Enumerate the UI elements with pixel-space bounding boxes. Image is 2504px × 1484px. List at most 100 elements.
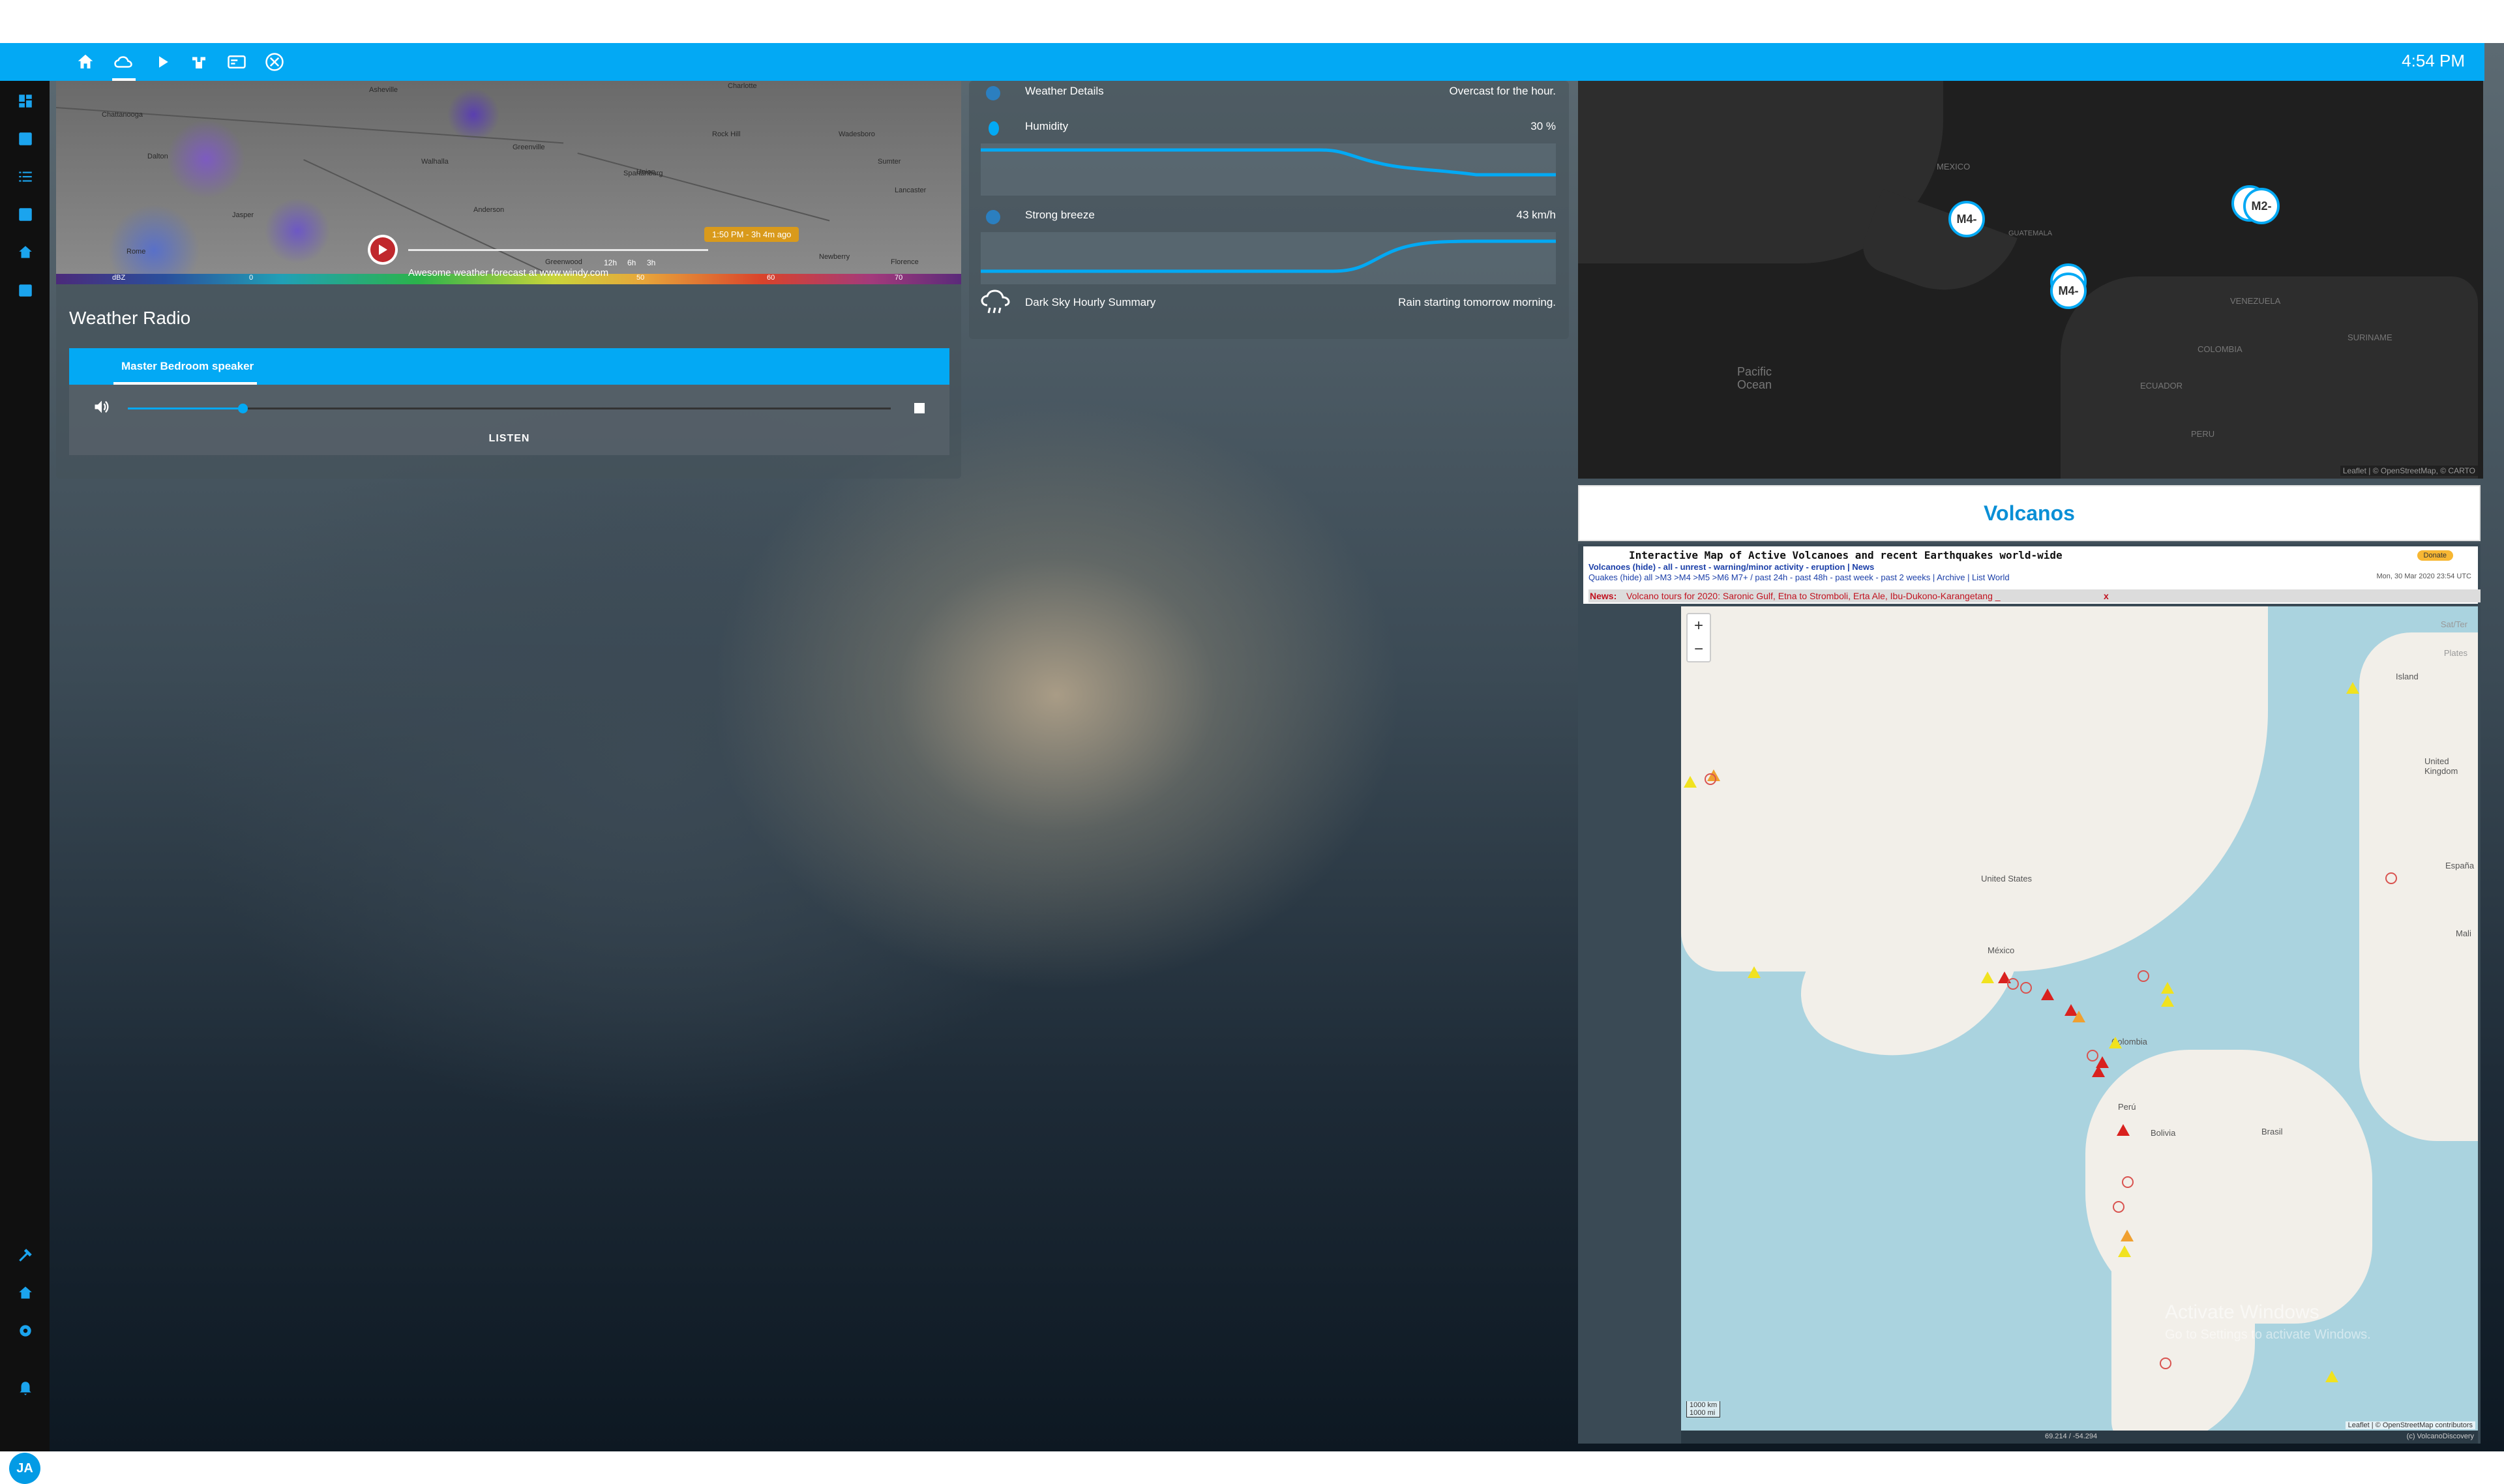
earthquake-marker[interactable] <box>2020 982 2032 994</box>
settings-remote-icon[interactable] <box>17 1284 34 1301</box>
news-close-button[interactable]: x <box>2104 591 2109 601</box>
zoom-in-button[interactable]: + <box>1688 614 1710 638</box>
volcano-marker[interactable] <box>2072 1011 2085 1022</box>
listen-button[interactable]: LISTEN <box>69 433 949 445</box>
layer-toggle-plates[interactable]: Plates <box>2444 648 2467 658</box>
play-icon[interactable] <box>153 52 172 72</box>
volcano-marker[interactable] <box>2117 1124 2130 1136</box>
xbox-icon[interactable] <box>265 52 284 72</box>
scale-label: 0 <box>249 274 254 282</box>
media-controls: LISTEN <box>69 385 949 455</box>
volcano-marker[interactable] <box>2118 1245 2131 1257</box>
dashboard-icon[interactable] <box>17 93 34 110</box>
quake-marker[interactable]: M2- <box>2243 188 2280 224</box>
volcano-marker[interactable] <box>1748 966 1761 978</box>
scale-label: 50 <box>636 274 645 282</box>
volcano-marker[interactable] <box>2325 1371 2338 1382</box>
stop-button[interactable] <box>914 403 925 413</box>
wind-sparkline[interactable] <box>981 232 1556 284</box>
home-icon[interactable] <box>76 52 95 72</box>
volcano-map[interactable]: + − Sat/Ter Plates United States México … <box>1681 606 2478 1431</box>
weather-radar-map[interactable]: Chattanooga Asheville Charlotte Greenvil… <box>56 81 961 284</box>
weather-details-label: Weather Details <box>1025 85 1104 97</box>
volcano-marker[interactable] <box>1684 776 1697 788</box>
volume-slider-handle[interactable] <box>237 404 248 413</box>
radar-hour-label[interactable]: 3h <box>647 258 655 267</box>
map-attribution[interactable]: Leaflet | © OpenStreetMap, © CARTO <box>2340 466 2478 476</box>
map-label: GUATEMALA <box>2008 230 2053 237</box>
volcanos-header: Volcanos <box>1578 485 2481 541</box>
weather-details-value: Overcast for the hour. <box>1449 85 1556 97</box>
layer-toggle-sat-ter[interactable]: Sat/Ter <box>2441 619 2467 629</box>
earthquake-marker[interactable] <box>2087 1050 2098 1061</box>
earthquake-marker[interactable] <box>2160 1358 2171 1369</box>
volcano-marker[interactable] <box>2092 1065 2105 1077</box>
hammer-icon[interactable] <box>17 1247 34 1264</box>
volcano-marker[interactable] <box>2161 995 2174 1007</box>
earthquake-marker[interactable] <box>2385 872 2397 884</box>
news-text[interactable]: Volcano tours for 2020: Saronic Gulf, Et… <box>1626 591 2001 601</box>
humidity-label[interactable]: Humidity <box>1025 120 1068 133</box>
home-icon[interactable] <box>17 244 34 261</box>
state-border <box>577 153 830 222</box>
zoom-out-button[interactable]: − <box>1688 638 1710 661</box>
volcano-marker[interactable] <box>2161 982 2174 994</box>
earthquake-marker[interactable] <box>1705 773 1716 785</box>
volcano-page-heading: Interactive Map of Active Volcanoes and … <box>1629 549 2063 561</box>
radar-hour-label[interactable]: 12h <box>604 258 617 267</box>
town-label: Rome <box>127 248 146 256</box>
chart-icon[interactable] <box>17 206 34 223</box>
wind-label[interactable]: Strong breeze <box>1025 209 1095 222</box>
volcano-marker[interactable] <box>2041 988 2054 1000</box>
account-box-icon[interactable] <box>17 130 34 147</box>
earthquake-marker[interactable] <box>2138 970 2149 982</box>
robot-icon[interactable] <box>189 52 209 72</box>
volcano-marker[interactable] <box>2109 1037 2122 1048</box>
scale-label: 70 <box>895 274 903 282</box>
town-label: Lancaster <box>895 186 927 194</box>
land-mass <box>1856 188 2018 312</box>
card-icon[interactable] <box>227 52 246 72</box>
donate-button[interactable]: Donate <box>2417 550 2453 561</box>
volcano-iframe[interactable]: Interactive Map of Active Volcanoes and … <box>1578 544 2481 1444</box>
humidity-sparkline[interactable] <box>981 143 1556 196</box>
volcano-marker[interactable] <box>2121 1230 2134 1241</box>
radar-timeline[interactable] <box>408 249 708 251</box>
bell-icon[interactable] <box>17 1380 34 1397</box>
zoom-control: + − <box>1686 613 1711 662</box>
gear-icon[interactable] <box>17 1322 34 1339</box>
wind-value[interactable]: 43 km/h <box>1517 209 1556 222</box>
scale-label: dBZ <box>112 274 126 282</box>
map-attribution[interactable]: Leaflet | © OpenStreetMap contributors <box>2345 1421 2475 1429</box>
cloud-icon[interactable] <box>113 52 133 72</box>
volcano-marker[interactable] <box>2346 682 2359 694</box>
quake-marker[interactable]: M4- <box>2050 273 2087 309</box>
quake-marker[interactable]: M4- <box>1948 201 1985 237</box>
earthquake-map[interactable]: MEXICO GUATEMALA VENEZUELA COLOMBIA SURI… <box>1578 81 2483 479</box>
volume-slider[interactable] <box>128 404 891 413</box>
volume-icon[interactable] <box>93 398 111 416</box>
sidebar: JA <box>0 43 50 1484</box>
footer-credit[interactable]: (c) VolcanoDiscovery <box>2407 1432 2474 1440</box>
radar-hour-label[interactable]: 6h <box>627 258 636 267</box>
town-label: Sumter <box>878 158 901 166</box>
earthquake-marker[interactable] <box>2122 1176 2134 1188</box>
radar-credit-link[interactable]: Awesome weather forecast at www.windy.co… <box>408 267 608 278</box>
town-label: Walhalla <box>421 158 449 166</box>
earthquake-marker[interactable] <box>2007 978 2019 990</box>
calendar-icon[interactable] <box>17 282 34 299</box>
radar-play-button[interactable] <box>368 235 398 265</box>
state-border <box>303 159 552 276</box>
volcano-marker[interactable] <box>1981 972 1994 983</box>
scale-mi: 1000 mi <box>1690 1409 1716 1417</box>
volcano-filter-row[interactable]: Volcanoes (hide) - all - unrest - warnin… <box>1588 562 1874 572</box>
tab-master-bedroom-speaker[interactable]: Master Bedroom speaker <box>121 360 254 373</box>
map-label: MEXICO <box>1937 162 1971 171</box>
footer-coordinates: 69.214 / -54.294 <box>2045 1432 2098 1440</box>
map-label: PERU <box>2191 429 2215 439</box>
avatar[interactable]: JA <box>9 1453 40 1484</box>
list-icon[interactable] <box>17 168 34 185</box>
humidity-value[interactable]: 30 % <box>1530 120 1556 133</box>
quake-filter-row[interactable]: Quakes (hide) all >M3 >M4 >M5 >M6 M7+ / … <box>1588 572 2010 582</box>
earthquake-marker[interactable] <box>2113 1201 2124 1213</box>
